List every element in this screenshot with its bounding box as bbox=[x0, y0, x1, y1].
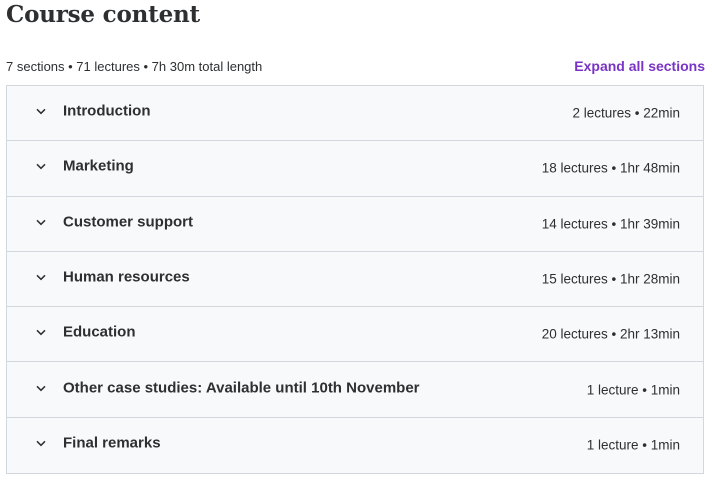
chevron-down-icon bbox=[36, 108, 46, 115]
course-meta-row: 7 sections • 71 lectures • 7h 30m total … bbox=[6, 56, 705, 76]
chevron-down-icon bbox=[36, 441, 46, 447]
section-marketing[interactable]: Marketing 18 lectures • 1hr 48min bbox=[7, 141, 703, 197]
section-meta: 2 lectures • 22min bbox=[572, 105, 680, 121]
page-title: Course content bbox=[6, 1, 200, 28]
chevron-down-icon bbox=[36, 164, 46, 170]
section-other-case-studies[interactable]: Other case studies: Available until 10th… bbox=[7, 362, 703, 418]
section-final-remarks[interactable]: Final remarks 1 lecture • 1min bbox=[7, 417, 703, 474]
section-meta: 14 lectures • 1hr 39min bbox=[541, 216, 680, 232]
section-meta: 20 lectures • 2hr 13min bbox=[541, 326, 680, 342]
section-customer-support[interactable]: Customer support 14 lectures • 1hr 39min bbox=[7, 196, 703, 252]
course-summary: 7 sections • 71 lectures • 7h 30m total … bbox=[6, 58, 263, 74]
chevron-down-icon bbox=[36, 385, 46, 392]
section-meta: 15 lectures • 1hr 28min bbox=[541, 271, 680, 287]
section-human-resources[interactable]: Human resources 15 lectures • 1hr 28min bbox=[7, 251, 703, 308]
section-title: Final remarks bbox=[63, 434, 161, 452]
chevron-down-icon bbox=[36, 330, 46, 336]
section-meta: 1 lecture • 1min bbox=[586, 382, 680, 398]
section-title: Education bbox=[63, 323, 136, 341]
section-meta: 18 lectures • 1hr 48min bbox=[541, 160, 680, 176]
sections-list: Introduction 2 lectures • 22min Marketin… bbox=[6, 85, 704, 475]
section-title: Human resources bbox=[63, 268, 190, 286]
section-title: Customer support bbox=[63, 213, 194, 231]
section-meta: 1 lecture • 1min bbox=[586, 437, 680, 453]
chevron-down-icon bbox=[36, 274, 46, 281]
section-title: Other case studies: Available until 10th… bbox=[63, 379, 420, 397]
chevron-down-icon bbox=[36, 219, 46, 226]
section-title: Introduction bbox=[63, 102, 151, 120]
section-title: Marketing bbox=[63, 157, 134, 175]
section-education[interactable]: Education 20 lectures • 2hr 13min bbox=[7, 307, 703, 363]
section-introduction[interactable]: Introduction 2 lectures • 22min bbox=[7, 86, 703, 142]
expand-all-sections-button[interactable]: Expand all sections bbox=[574, 58, 705, 74]
